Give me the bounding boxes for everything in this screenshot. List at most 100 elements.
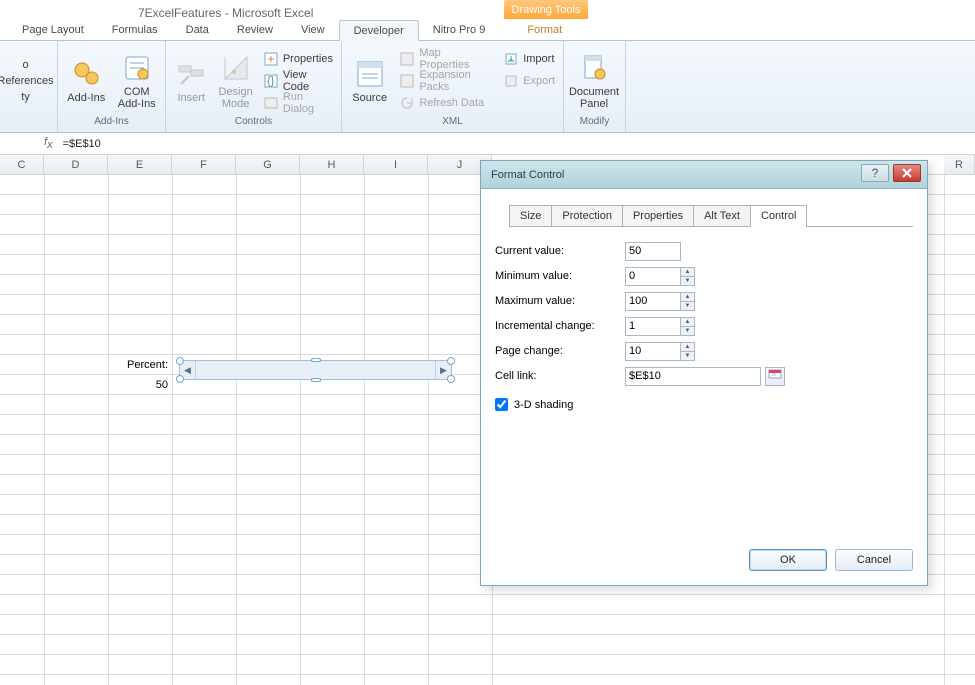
fx-icon[interactable]: fx bbox=[44, 136, 53, 151]
document-title: 7ExcelFeatures - Microsoft Excel bbox=[138, 6, 313, 20]
ribbon: o References ty Add-Ins COM Add-Ins Add-… bbox=[0, 41, 975, 133]
help-button[interactable]: ? bbox=[861, 164, 889, 182]
export-icon bbox=[503, 73, 519, 89]
tab-page-layout[interactable]: Page Layout bbox=[8, 20, 98, 41]
map-properties-button[interactable]: Map Properties bbox=[397, 49, 495, 69]
dialog-tab-control[interactable]: Control bbox=[750, 205, 807, 227]
col-D[interactable]: D bbox=[44, 155, 108, 174]
tab-view[interactable]: View bbox=[287, 20, 339, 41]
formula-bar: fx =$E$10 bbox=[0, 133, 975, 155]
selection-handle[interactable] bbox=[176, 357, 184, 365]
contextual-tab-header: Drawing Tools bbox=[504, 0, 588, 19]
group-label-xml: XML bbox=[348, 116, 557, 130]
document-panel-button[interactable]: Document Panel bbox=[570, 48, 618, 114]
col-I[interactable]: I bbox=[364, 155, 428, 174]
selection-handle[interactable] bbox=[447, 375, 455, 383]
col-R[interactable]: R bbox=[944, 155, 975, 174]
label-cell-link: Cell link: bbox=[495, 370, 625, 382]
close-button[interactable] bbox=[893, 164, 921, 182]
import-button[interactable]: Import bbox=[501, 49, 557, 69]
list-gear-icon bbox=[121, 52, 153, 84]
tab-formulas[interactable]: Formulas bbox=[98, 20, 172, 41]
label-maximum-value: Maximum value: bbox=[495, 295, 625, 307]
label-incremental-change: Incremental change: bbox=[495, 320, 625, 332]
dialog-tab-protection[interactable]: Protection bbox=[551, 205, 623, 227]
input-current-value[interactable] bbox=[625, 242, 681, 261]
input-cell-link[interactable] bbox=[625, 367, 761, 386]
col-G[interactable]: G bbox=[236, 155, 300, 174]
dialog-tabs: Size Protection Properties Alt Text Cont… bbox=[509, 205, 913, 227]
range-selector-button[interactable] bbox=[765, 367, 785, 386]
input-maximum-value[interactable] bbox=[625, 292, 681, 311]
import-icon bbox=[503, 51, 519, 67]
input-incremental-change[interactable] bbox=[625, 317, 681, 336]
xml-pane-icon bbox=[354, 58, 386, 90]
tab-data[interactable]: Data bbox=[172, 20, 223, 41]
selection-handle[interactable] bbox=[311, 358, 321, 362]
view-code-button[interactable]: {} View Code bbox=[261, 71, 335, 91]
svg-text:{}: {} bbox=[267, 75, 275, 87]
formula-text[interactable]: =$E$10 bbox=[63, 138, 101, 150]
dialog-title: Format Control bbox=[491, 169, 564, 181]
selection-handle[interactable] bbox=[447, 357, 455, 365]
label-current-value: Current value: bbox=[495, 245, 625, 257]
dialog-title-bar[interactable]: Format Control ? bbox=[481, 161, 927, 189]
code-icon: {} bbox=[263, 73, 279, 89]
label-minimum-value: Minimum value: bbox=[495, 270, 625, 282]
selection-handle[interactable] bbox=[176, 375, 184, 383]
trunc-line3: ty bbox=[21, 91, 30, 103]
spinner-incremental[interactable]: ▲▼ bbox=[680, 317, 695, 336]
format-control-dialog: Format Control ? Size Protection Propert… bbox=[480, 160, 928, 586]
tab-review[interactable]: Review bbox=[223, 20, 287, 41]
ok-button[interactable]: OK bbox=[749, 549, 827, 571]
cell-percent-label[interactable]: Percent: bbox=[108, 355, 172, 375]
spinner-page[interactable]: ▲▼ bbox=[680, 342, 695, 361]
expansion-icon bbox=[399, 73, 415, 89]
export-button[interactable]: Export bbox=[501, 71, 557, 91]
col-H[interactable]: H bbox=[300, 155, 364, 174]
input-minimum-value[interactable] bbox=[625, 267, 681, 286]
selection-handle[interactable] bbox=[311, 378, 321, 382]
range-selector-icon bbox=[768, 369, 782, 383]
tab-developer[interactable]: Developer bbox=[339, 20, 419, 41]
run-dialog-button[interactable]: Run Dialog bbox=[261, 93, 335, 113]
design-mode-button[interactable]: Design Mode bbox=[216, 48, 254, 114]
document-gear-icon bbox=[578, 52, 610, 84]
label-3d-shading: 3-D shading bbox=[514, 399, 573, 411]
close-icon bbox=[902, 168, 912, 178]
source-button[interactable]: Source bbox=[348, 48, 391, 114]
tab-format[interactable]: Format bbox=[513, 20, 576, 41]
trunc-line2: References bbox=[0, 75, 54, 87]
col-C[interactable]: C bbox=[0, 155, 44, 174]
map-icon bbox=[399, 51, 415, 67]
dialog-tab-size[interactable]: Size bbox=[509, 205, 552, 227]
title-bar: 7ExcelFeatures - Microsoft Excel Drawing… bbox=[0, 0, 975, 20]
cancel-button[interactable]: Cancel bbox=[835, 549, 913, 571]
ribbon-tab-row: Page Layout Formulas Data Review View De… bbox=[0, 20, 975, 41]
group-label-addins: Add-Ins bbox=[64, 116, 159, 130]
expansion-packs-button[interactable]: Expansion Packs bbox=[397, 71, 495, 91]
scrollbar-form-control[interactable]: ◀ ▶ bbox=[179, 360, 452, 380]
group-label-modify: Modify bbox=[570, 116, 619, 130]
checkbox-3d-shading[interactable] bbox=[495, 398, 508, 411]
dialog-tab-properties[interactable]: Properties bbox=[622, 205, 694, 227]
dialog-icon bbox=[263, 95, 279, 111]
com-addins-button[interactable]: COM Add-Ins bbox=[115, 48, 160, 114]
addins-button[interactable]: Add-Ins bbox=[64, 48, 109, 114]
spinner-maximum[interactable]: ▲▼ bbox=[680, 292, 695, 311]
refresh-icon bbox=[399, 95, 415, 111]
properties-button[interactable]: Properties bbox=[261, 49, 335, 69]
col-E[interactable]: E bbox=[108, 155, 172, 174]
cell-percent-value[interactable]: 50 bbox=[108, 375, 172, 395]
gear-icon bbox=[70, 58, 102, 90]
group-label-controls: Controls bbox=[172, 116, 335, 130]
col-F[interactable]: F bbox=[172, 155, 236, 174]
input-page-change[interactable] bbox=[625, 342, 681, 361]
dialog-tab-alttext[interactable]: Alt Text bbox=[693, 205, 751, 227]
tab-nitro[interactable]: Nitro Pro 9 bbox=[419, 20, 500, 41]
ruler-triangle-icon bbox=[220, 52, 252, 84]
label-page-change: Page change: bbox=[495, 345, 625, 357]
spinner-minimum[interactable]: ▲▼ bbox=[680, 267, 695, 286]
insert-control-button[interactable]: Insert bbox=[172, 48, 210, 114]
refresh-data-button[interactable]: Refresh Data bbox=[397, 93, 495, 113]
